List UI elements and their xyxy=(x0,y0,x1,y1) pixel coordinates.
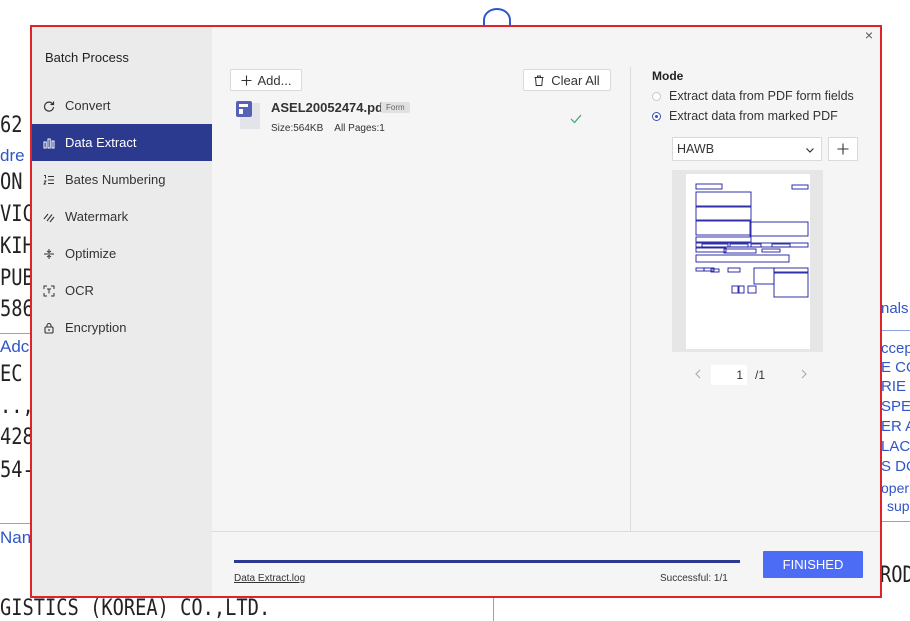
radio-button-selected[interactable] xyxy=(652,111,661,121)
close-button[interactable]: × xyxy=(862,28,876,42)
bg-text: 428 xyxy=(0,425,34,450)
progress-bar-fill xyxy=(234,560,740,563)
sidebar-item-bates-numbering[interactable]: Bates Numbering xyxy=(32,161,212,198)
log-file-link[interactable]: Data Extract.log xyxy=(234,573,305,584)
refresh-icon xyxy=(42,99,56,113)
numbered-list-icon xyxy=(42,173,56,187)
radio-button[interactable] xyxy=(652,91,661,101)
template-select[interactable]: HAWB xyxy=(672,137,822,161)
page-number-input[interactable]: 1 xyxy=(711,365,747,385)
bg-text: ON xyxy=(0,170,23,195)
file-list-item[interactable]: ASEL20052474.pdf Form Size:564KB All Pag… xyxy=(236,97,584,143)
bg-text: RIE xyxy=(881,378,907,395)
bg-rule xyxy=(493,596,494,621)
bg-text: PUB xyxy=(0,266,34,291)
panel-divider xyxy=(630,67,631,531)
add-button[interactable]: Add... xyxy=(230,69,302,91)
plus-icon xyxy=(837,143,849,155)
sidebar-item-ocr[interactable]: OCR xyxy=(32,272,212,309)
sidebar-item-label: Optimize xyxy=(65,246,117,261)
sidebar-item-convert[interactable]: Convert xyxy=(32,87,212,124)
page-total: /1 xyxy=(755,368,766,382)
bg-rule xyxy=(880,330,910,331)
bg-text: 586 xyxy=(0,297,34,322)
sidebar-item-label: Encryption xyxy=(65,320,127,335)
clear-all-label: Clear All xyxy=(551,72,600,88)
file-size: Size:564KB xyxy=(271,123,324,134)
bg-text: ROD xyxy=(880,563,910,588)
bg-text: Nan xyxy=(0,528,32,547)
mode-option-label: Extract data from PDF form fields xyxy=(669,89,854,103)
bg-text: ccep xyxy=(881,340,910,357)
sidebar-item-label: Bates Numbering xyxy=(65,172,166,187)
sidebar-item-label: Watermark xyxy=(65,209,129,224)
bg-text: 54- xyxy=(0,458,34,483)
bg-rule xyxy=(880,521,910,522)
bg-text: 62 xyxy=(0,113,23,138)
file-type-badge: Form xyxy=(381,102,410,113)
mode-option-marked-pdf[interactable]: Extract data from marked PDF xyxy=(652,109,838,123)
file-pages: All Pages:1 xyxy=(334,123,385,134)
lock-icon xyxy=(42,321,56,335)
bg-text: Adc xyxy=(0,337,30,356)
bg-text: E CO xyxy=(881,359,910,376)
template-select-value: HAWB xyxy=(677,142,715,156)
bg-text: VIC xyxy=(0,202,34,227)
mode-label: Mode xyxy=(652,69,684,83)
bg-text: SPE xyxy=(881,398,910,415)
bg-text: dre xyxy=(0,146,25,165)
trash-icon xyxy=(534,75,544,86)
clear-all-button[interactable]: Clear All xyxy=(523,69,611,91)
template-preview xyxy=(672,170,823,352)
optimize-icon xyxy=(42,247,56,261)
sidebar-item-data-extract[interactable]: Data Extract xyxy=(32,124,212,161)
progress-bar xyxy=(234,560,740,563)
bg-text: oper xyxy=(881,480,910,496)
plus-icon xyxy=(241,75,252,86)
bg-rule xyxy=(0,333,30,334)
next-page-icon[interactable] xyxy=(798,368,810,382)
check-icon xyxy=(570,111,582,127)
bg-text: S DO xyxy=(881,458,910,475)
sidebar-item-label: Data Extract xyxy=(65,135,137,150)
batch-process-dialog: Batch Process Convert Data Extract Bates… xyxy=(30,25,882,598)
file-name: ASEL20052474.pdf xyxy=(271,100,388,115)
bg-text: KIH xyxy=(0,234,34,259)
mode-option-form-fields[interactable]: Extract data from PDF form fields xyxy=(652,89,854,103)
bg-text: nals xyxy=(881,300,909,317)
finished-button[interactable]: FINISHED xyxy=(763,551,863,578)
add-button-label: Add... xyxy=(257,72,292,88)
pdf-form-file-icon xyxy=(236,99,262,131)
prev-page-icon[interactable] xyxy=(692,368,704,382)
footer-divider xyxy=(212,531,880,532)
dialog-title: Batch Process xyxy=(45,50,129,65)
sidebar-item-watermark[interactable]: Watermark xyxy=(32,198,212,235)
close-icon: × xyxy=(864,27,874,43)
sidebar-item-encryption[interactable]: Encryption xyxy=(32,309,212,346)
bg-rule xyxy=(0,523,30,524)
sidebar-item-optimize[interactable]: Optimize xyxy=(32,235,212,272)
preview-page-thumbnail xyxy=(686,174,810,349)
mode-option-label: Extract data from marked PDF xyxy=(669,109,838,123)
add-template-button[interactable] xyxy=(828,137,858,161)
sidebar-item-label: OCR xyxy=(65,283,94,298)
bg-text: GISTICS (KOREA) CO.,LTD. xyxy=(0,596,271,621)
sidebar-item-label: Convert xyxy=(65,98,111,113)
ocr-icon xyxy=(42,284,56,298)
bg-text: .., xyxy=(0,394,34,419)
bg-text: ER A xyxy=(881,418,910,435)
success-status: Successful: 1/1 xyxy=(660,573,728,584)
bg-text: EC xyxy=(0,362,23,387)
file-meta: Size:564KB All Pages:1 xyxy=(271,123,385,134)
page-navigator: 1 /1 xyxy=(692,365,812,387)
watermark-icon xyxy=(42,210,56,224)
bg-text: sup xyxy=(887,498,910,514)
chevron-down-icon xyxy=(805,144,815,154)
bg-text: LAC xyxy=(881,438,910,455)
sidebar: Batch Process Convert Data Extract Bates… xyxy=(32,27,212,596)
bar-chart-icon xyxy=(42,136,56,150)
